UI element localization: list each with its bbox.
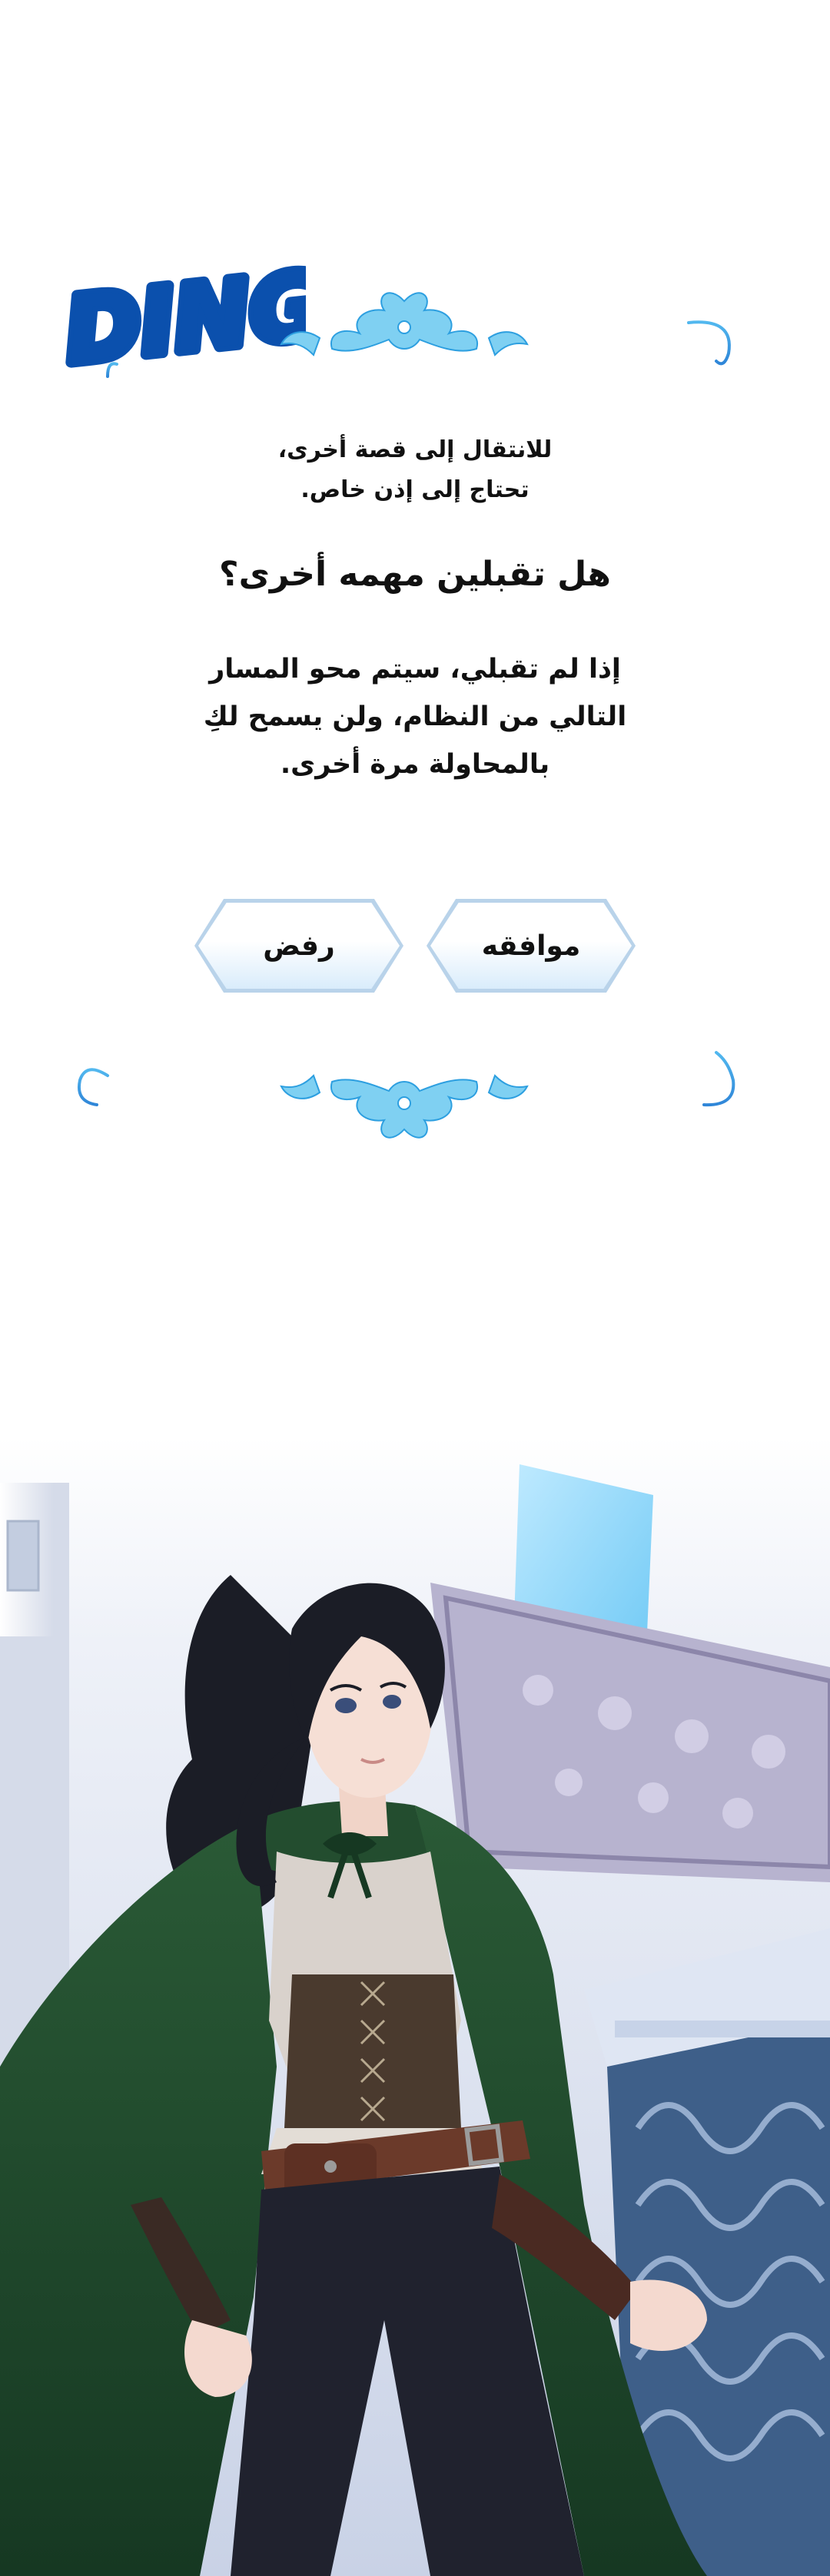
top-ornament [280, 292, 529, 356]
accept-button-border: موافقه [427, 899, 636, 993]
system-question: هل تقبلين مهمه أخرى؟ [219, 555, 611, 594]
reject-button[interactable]: رفض [198, 903, 400, 989]
bottom-ornament [280, 1074, 529, 1139]
accept-button[interactable]: موافقه [430, 903, 632, 989]
warning-line-3: بالمحاولة مرة أخرى. [280, 749, 550, 780]
reject-button-border: رفض [194, 899, 403, 993]
webtoon-page: DING DING للانتقال إلى قصة أخرى، تحتاج إ… [0, 0, 830, 2576]
warning-line-2: التالي من النظام، ولن يسمح لكِ [203, 701, 627, 732]
illustration-woman-in-cloak [0, 1437, 830, 2576]
system-warning-text: إذا لم تقبلي، سيتم محو المسار التالي من … [115, 645, 715, 788]
intro-line-2: تحتاج إلى إذن خاص. [300, 476, 530, 503]
intro-line-1: للانتقال إلى قصة أخرى، [277, 436, 553, 463]
warning-line-1: إذا لم تقبلي، سيتم محو المسار [209, 654, 621, 685]
corset [284, 1974, 461, 2128]
system-intro-text: للانتقال إلى قصة أخرى، تحتاج إلى إذن خاص… [115, 430, 715, 510]
